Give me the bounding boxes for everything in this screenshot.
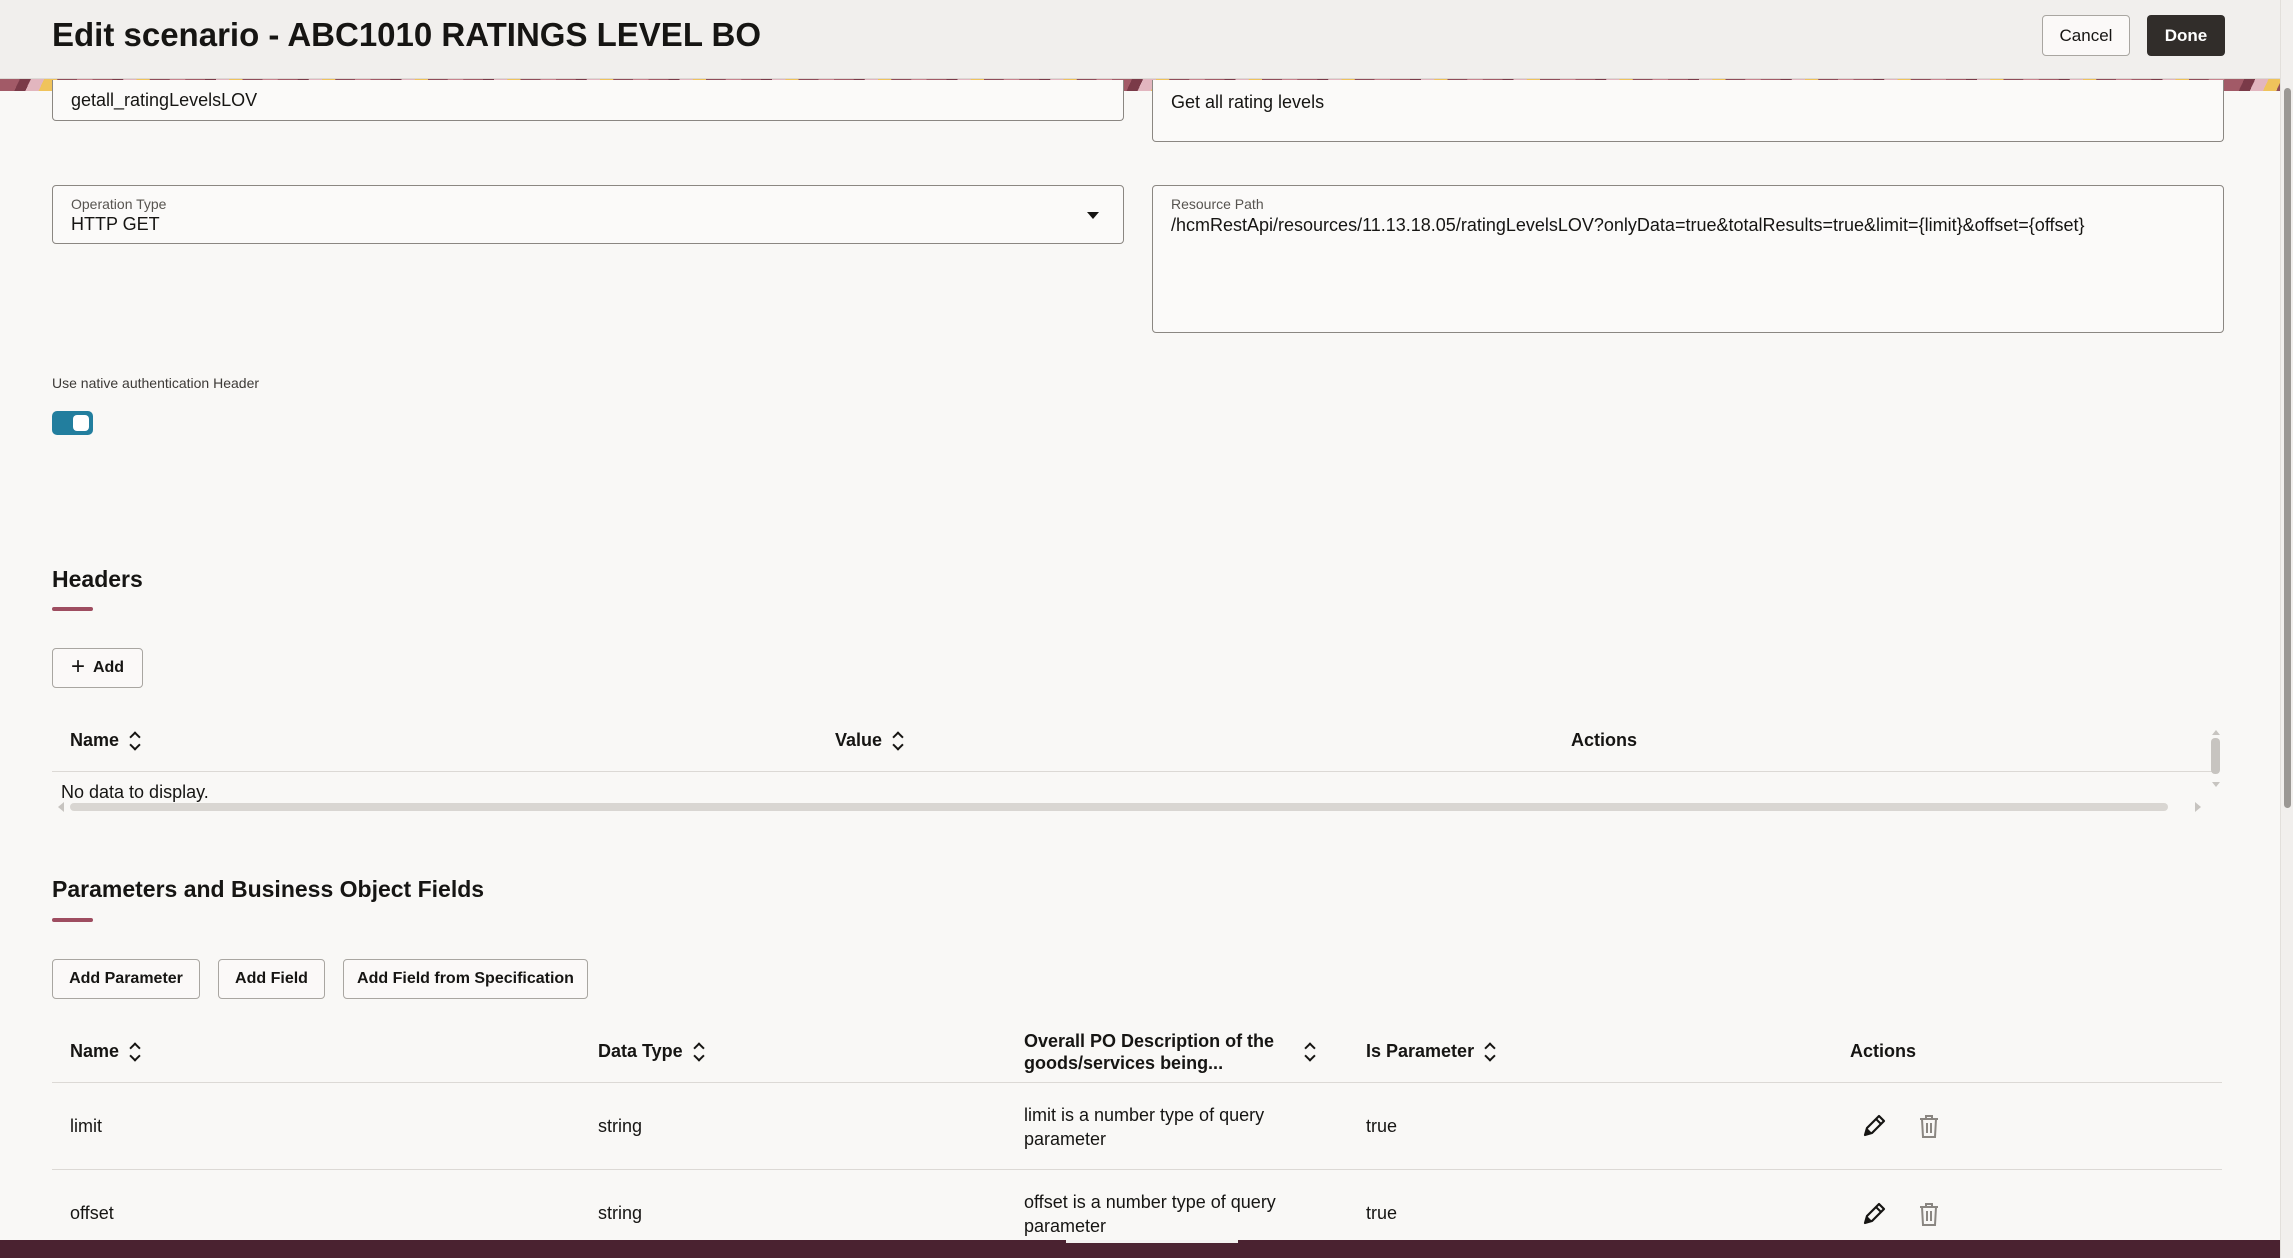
headers-col-actions: Actions [1571, 730, 1637, 751]
resource-path-label: Resource Path [1171, 196, 1264, 212]
native-auth-label: Use native authentication Header [52, 375, 260, 391]
page-vertical-scrollbar[interactable] [2280, 0, 2293, 1258]
description-field[interactable]: Get all rating levels [1152, 80, 2224, 142]
page-title: Edit scenario - ABC1010 RATINGS LEVEL BO [52, 16, 762, 53]
col-label: Data Type [598, 1041, 683, 1061]
edit-icon[interactable] [1859, 1111, 1889, 1141]
headers-col-value[interactable]: Value [835, 730, 902, 751]
add-field-from-spec-button[interactable]: Add Field from Specification [343, 959, 588, 999]
edit-icon[interactable] [1859, 1199, 1889, 1229]
add-header-label: Add [92, 659, 125, 676]
col-label: Name [70, 1041, 120, 1061]
col-label: Overall PO Description of the goods/serv… [1024, 1031, 1275, 1073]
chevron-down-icon[interactable] [1087, 212, 1099, 219]
param-description: limit is a number type of query paramete… [1024, 1105, 1265, 1149]
params-col-description[interactable]: Overall PO Description of the goods/serv… [1024, 1030, 1329, 1074]
sort-icon[interactable] [1306, 1044, 1314, 1060]
scenario-name-field[interactable]: getall_ratingLevelsLOV [52, 80, 1124, 121]
delete-icon[interactable] [1914, 1111, 1944, 1141]
param-name: offset [70, 1203, 114, 1223]
no-data-text: No data to display. [61, 782, 209, 802]
col-label: Is Parameter [1366, 1041, 1475, 1061]
col-label: Value [835, 730, 883, 750]
param-data-type: string [598, 1203, 643, 1223]
done-button[interactable]: Done [2147, 15, 2225, 56]
section-underline [52, 918, 93, 922]
cancel-button[interactable]: Cancel [2042, 15, 2130, 56]
add-field-button[interactable]: Add Field [218, 959, 325, 999]
col-label: Name [70, 730, 120, 750]
divider [52, 771, 2212, 772]
param-is-parameter: true [1366, 1116, 1398, 1136]
horizontal-scrollbar[interactable] [70, 803, 2168, 811]
scroll-thumb[interactable] [2211, 738, 2220, 774]
sort-icon[interactable] [131, 1044, 139, 1060]
native-auth-toggle[interactable] [52, 411, 93, 435]
col-label: Actions [1571, 730, 1638, 750]
scroll-thumb[interactable] [2284, 88, 2291, 808]
divider [52, 1169, 2222, 1170]
params-col-data-type[interactable]: Data Type [598, 1041, 703, 1062]
headers-col-name[interactable]: Name [70, 730, 139, 751]
params-col-actions: Actions [1850, 1041, 1916, 1062]
params-col-name[interactable]: Name [70, 1041, 139, 1062]
sort-icon[interactable] [1486, 1044, 1494, 1060]
bottom-indicator [1066, 1240, 1238, 1243]
sort-icon[interactable] [695, 1044, 703, 1060]
scroll-down-icon[interactable] [2212, 782, 2220, 787]
scenario-name-value: getall_ratingLevelsLOV [71, 90, 258, 110]
sort-icon[interactable] [894, 733, 902, 749]
add-parameter-button[interactable]: Add Parameter [52, 959, 200, 999]
param-is-parameter: true [1366, 1203, 1398, 1223]
resource-path-field[interactable]: Resource Path /hcmRestApi/resources/11.1… [1152, 185, 2224, 333]
dialog-header: Edit scenario - ABC1010 RATINGS LEVEL BO… [0, 0, 2280, 79]
section-underline [52, 607, 93, 611]
param-data-type: string [598, 1116, 643, 1136]
table-vertical-scrollbar[interactable] [2210, 730, 2222, 790]
param-name: limit [70, 1116, 102, 1136]
delete-icon[interactable] [1914, 1199, 1944, 1229]
parameters-title: Parameters and Business Object Fields [52, 876, 485, 902]
col-label: Actions [1850, 1041, 1917, 1061]
divider [52, 1082, 2222, 1083]
param-description: offset is a number type of query paramet… [1024, 1192, 1276, 1236]
bottom-bar [0, 1240, 2280, 1258]
resource-path-value: /hcmRestApi/resources/11.13.18.05/rating… [1171, 215, 2085, 235]
operation-type-value: HTTP GET [71, 214, 160, 234]
scroll-up-icon[interactable] [2212, 730, 2220, 735]
operation-type-label: Operation Type [71, 196, 167, 212]
plus-icon: + [70, 653, 85, 680]
sort-icon[interactable] [131, 733, 139, 749]
description-value: Get all rating levels [1171, 92, 1325, 112]
scroll-right-icon[interactable] [2195, 802, 2201, 812]
headers-title: Headers [52, 566, 143, 592]
operation-type-select[interactable]: Operation Type HTTP GET [52, 185, 1124, 244]
scroll-left-icon[interactable] [58, 802, 64, 812]
params-col-is-parameter[interactable]: Is Parameter [1366, 1041, 1494, 1062]
add-header-button[interactable]: + Add [52, 648, 143, 688]
toggle-knob [73, 415, 89, 431]
